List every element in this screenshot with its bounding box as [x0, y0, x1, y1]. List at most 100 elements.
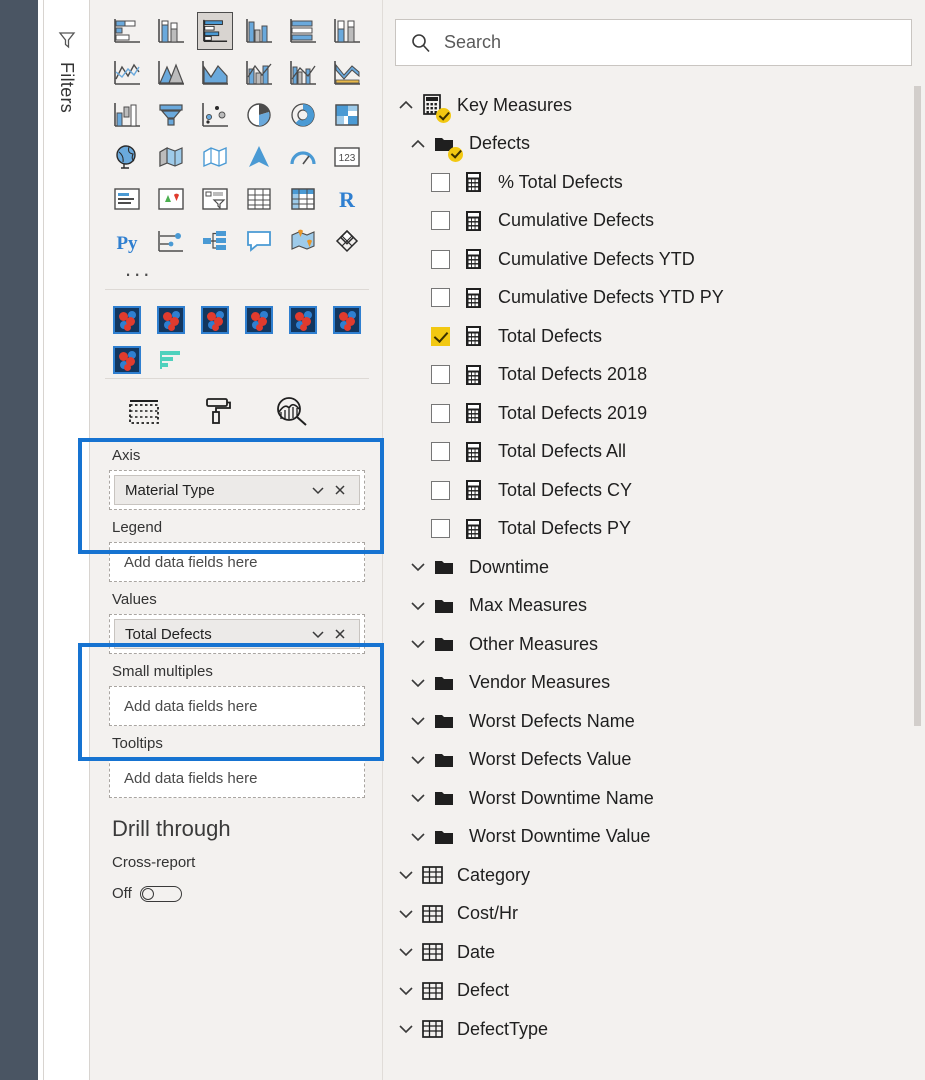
field-checkbox[interactable] [431, 519, 450, 539]
custom-visual-7-icon[interactable] [105, 341, 149, 379]
filled-map-visual-icon[interactable] [149, 137, 193, 177]
scatter-chart-icon[interactable] [193, 95, 237, 135]
field-checkbox[interactable] [431, 326, 450, 346]
paginated-report-visual-icon[interactable] [325, 221, 369, 261]
tree-item-worst-defects-name[interactable]: Worst Defects Name [384, 702, 914, 741]
key-influencers-visual-icon[interactable] [149, 221, 193, 261]
100-percent-stacked-column-chart-icon[interactable] [325, 11, 369, 51]
python-script-visual-icon[interactable]: Py [105, 221, 149, 261]
chevron-down-icon[interactable] [392, 900, 420, 928]
100-percent-stacked-bar-chart-icon[interactable] [281, 11, 325, 51]
field-checkbox[interactable] [431, 442, 450, 462]
treemap-chart-icon[interactable] [325, 95, 369, 135]
field-checkbox[interactable] [431, 249, 450, 269]
field-checkbox[interactable] [431, 288, 450, 308]
well-drop-axis[interactable]: Material Type [109, 470, 365, 510]
close-x-icon[interactable] [329, 623, 351, 645]
tree-item-defects[interactable]: Defects [384, 125, 914, 164]
tree-item-cumulative-defects[interactable]: Cumulative Defects [384, 202, 914, 241]
clustered-bar-chart-icon[interactable] [193, 11, 237, 51]
tree-item-defect[interactable]: Defect [384, 972, 914, 1011]
tree-item-total-defects-cy[interactable]: Total Defects CY [384, 471, 914, 510]
tree-item-other-measures[interactable]: Other Measures [384, 625, 914, 664]
tree-item-total-defects[interactable]: % Total Defects [384, 163, 914, 202]
analytics-tab[interactable] [255, 387, 329, 435]
waterfall-chart-icon[interactable] [105, 95, 149, 135]
well-drop-values[interactable]: Total Defects [109, 614, 365, 654]
chevron-up-icon[interactable] [392, 91, 420, 119]
custom-visual-6-icon[interactable] [325, 301, 369, 339]
shape-map-visual-icon[interactable] [193, 137, 237, 177]
chevron-down-icon[interactable] [404, 784, 432, 812]
more-visuals-button[interactable]: ... [105, 258, 369, 288]
tree-item-category[interactable]: Category [384, 856, 914, 895]
tree-item-date[interactable]: Date [384, 933, 914, 972]
field-checkbox[interactable] [431, 172, 450, 192]
custom-visual-1-icon[interactable] [105, 301, 149, 339]
close-x-icon[interactable] [329, 479, 351, 501]
line-and-clustered-column-chart-icon[interactable] [281, 53, 325, 93]
tree-item-key-measures[interactable]: Key Measures [384, 86, 914, 125]
custom-visual-3-icon[interactable] [193, 301, 237, 339]
tree-item-worst-downtime-name[interactable]: Worst Downtime Name [384, 779, 914, 818]
fields-tab[interactable] [107, 387, 181, 435]
ribbon-chart-icon[interactable] [325, 53, 369, 93]
tree-item-cost-hr[interactable]: Cost/Hr [384, 895, 914, 934]
chevron-down-icon[interactable] [392, 938, 420, 966]
area-chart-icon[interactable] [149, 53, 193, 93]
decomposition-tree-visual-icon[interactable] [193, 221, 237, 261]
chevron-down-icon[interactable] [404, 630, 432, 658]
tree-item-total-defects-all[interactable]: Total Defects All [384, 433, 914, 472]
chevron-down-icon[interactable] [404, 553, 432, 581]
chevron-down-icon[interactable] [392, 1015, 420, 1043]
funnel-chart-icon[interactable] [149, 95, 193, 135]
matrix-visual-icon[interactable] [281, 179, 325, 219]
field-checkbox[interactable] [431, 365, 450, 385]
tree-item-worst-defects-value[interactable]: Worst Defects Value [384, 741, 914, 780]
stacked-area-chart-icon[interactable] [193, 53, 237, 93]
chevron-down-icon[interactable] [404, 746, 432, 774]
field-chip-values[interactable]: Total Defects [114, 619, 360, 649]
gauge-visual-icon[interactable] [281, 137, 325, 177]
custom-visual-2-icon[interactable] [149, 301, 193, 339]
kpi-visual-icon[interactable] [149, 179, 193, 219]
multi-row-card-visual-icon[interactable] [105, 179, 149, 219]
chevron-down-icon[interactable] [307, 479, 329, 501]
azure-map-visual-icon[interactable] [237, 137, 281, 177]
field-checkbox[interactable] [431, 211, 450, 231]
custom-visual-8-icon[interactable] [149, 341, 193, 379]
tree-item-cumulative-defects-ytd[interactable]: Cumulative Defects YTD [384, 240, 914, 279]
tree-item-total-defects-py[interactable]: Total Defects PY [384, 510, 914, 549]
format-tab[interactable] [181, 387, 255, 435]
map-visual-icon[interactable] [105, 137, 149, 177]
tree-item-downtime[interactable]: Downtime [384, 548, 914, 587]
tree-item-defecttype[interactable]: DefectType [384, 1010, 914, 1049]
field-chip-axis[interactable]: Material Type [114, 475, 360, 505]
chevron-down-icon[interactable] [404, 669, 432, 697]
chevron-down-icon[interactable] [392, 977, 420, 1005]
line-chart-icon[interactable] [105, 53, 149, 93]
clustered-column-chart-icon[interactable] [237, 11, 281, 51]
chevron-down-icon[interactable] [404, 707, 432, 735]
qna-visual-icon[interactable] [237, 221, 281, 261]
tree-item-cumulative-defects-ytd-py[interactable]: Cumulative Defects YTD PY [384, 279, 914, 318]
table-visual-icon[interactable] [237, 179, 281, 219]
tree-item-max-measures[interactable]: Max Measures [384, 587, 914, 626]
field-checkbox[interactable] [431, 480, 450, 500]
well-drop-legend[interactable]: Add data fields here [109, 542, 365, 582]
chevron-down-icon[interactable] [404, 592, 432, 620]
tree-item-total-defects[interactable]: Total Defects [384, 317, 914, 356]
stacked-bar-chart-icon[interactable] [105, 11, 149, 51]
line-and-stacked-column-chart-icon[interactable] [237, 53, 281, 93]
chevron-down-icon[interactable] [404, 823, 432, 851]
chevron-up-icon[interactable] [404, 130, 432, 158]
tree-item-total-defects-2019[interactable]: Total Defects 2019 [384, 394, 914, 433]
cross-report-toggle[interactable] [139, 885, 182, 902]
filters-pane-collapsed[interactable]: Filters [43, 0, 90, 1080]
well-drop-small-multiples[interactable]: Add data fields here [109, 686, 365, 726]
search-input[interactable] [442, 31, 882, 54]
fields-vertical-scrollbar[interactable] [914, 86, 921, 1080]
stacked-column-chart-icon[interactable] [149, 11, 193, 51]
tree-item-vendor-measures[interactable]: Vendor Measures [384, 664, 914, 703]
custom-visual-5-icon[interactable] [281, 301, 325, 339]
